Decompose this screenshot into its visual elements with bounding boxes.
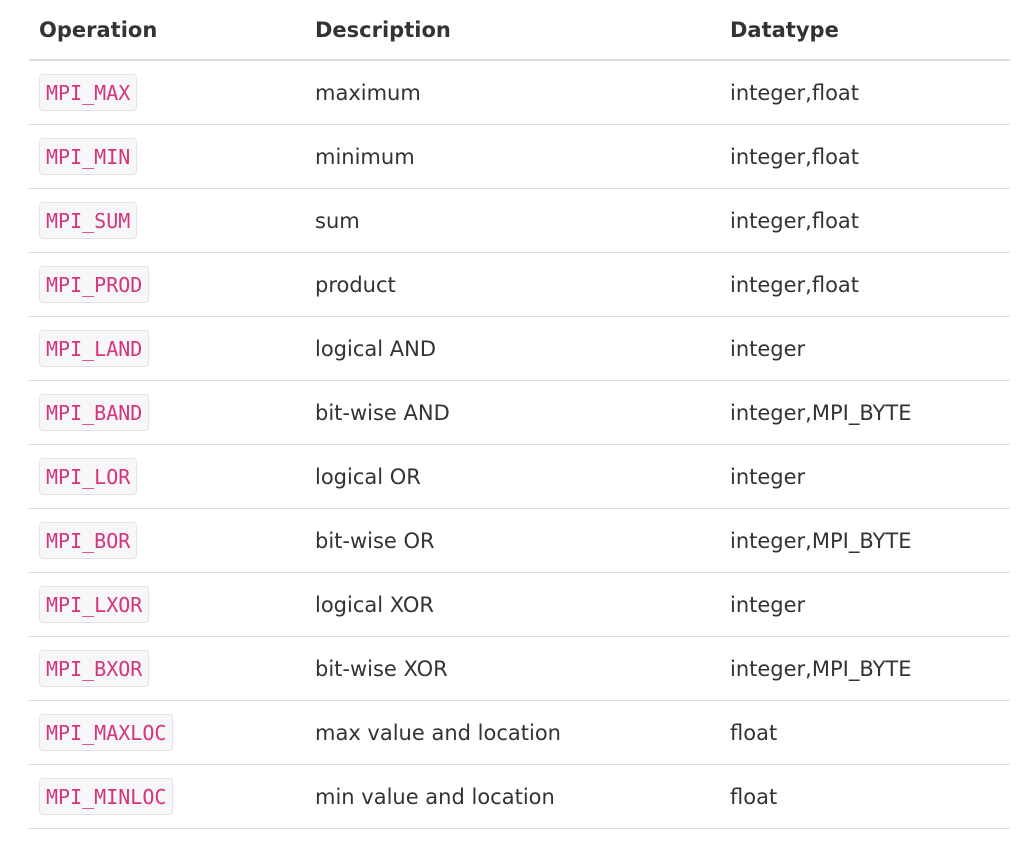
datatype-cell: integer — [720, 444, 1010, 509]
operation-code: MPI_MAXLOC — [39, 714, 174, 751]
description-cell: minimum — [304, 124, 720, 189]
table-row: MPI_MAX maximum integer,float — [29, 60, 1010, 125]
operation-cell: MPI_BXOR — [29, 636, 304, 701]
datatype-cell: float — [720, 764, 1010, 829]
operation-cell: MPI_SUM — [29, 188, 304, 253]
operation-code: MPI_LXOR — [39, 586, 150, 623]
datatype-cell: integer,MPI_BYTE — [720, 636, 1010, 701]
operation-cell: MPI_BOR — [29, 508, 304, 573]
table-body: MPI_MAX maximum integer,float MPI_MIN minim… — [29, 60, 1010, 829]
table-row: MPI_LAND logical AND integer — [29, 316, 1010, 381]
operation-cell: MPI_BAND — [29, 380, 304, 445]
operation-code: MPI_PROD — [39, 266, 150, 303]
description-cell: bit-wise AND — [304, 380, 720, 445]
operation-code: MPI_MAX — [39, 74, 138, 111]
operation-code: MPI_LOR — [39, 458, 138, 495]
mpi-operations-table: Operation Description Datatype MPI_MAXma… — [29, 0, 1010, 829]
datatype-cell: integer,float — [720, 188, 1010, 253]
table-header: Operation Description Datatype — [29, 0, 1010, 61]
table-row: MPI_LOR logical OR integer — [29, 444, 1010, 509]
datatype-cell: integer — [720, 572, 1010, 637]
operation-code: MPI_MINLOC — [39, 778, 174, 815]
table-row: MPI_SUM sum integer,float — [29, 188, 1010, 253]
description-cell: product — [304, 252, 720, 317]
table-row: MPI_BXOR bit-wise XOR integer,MPI_BYTE — [29, 636, 1010, 701]
operation-code: MPI_BAND — [39, 394, 150, 431]
table-row: MPI_MAXLOC max value and location float — [29, 700, 1010, 765]
operation-code: MPI_BOR — [39, 522, 138, 559]
operation-cell: MPI_MIN — [29, 124, 304, 189]
operation-cell: MPI_LXOR — [29, 572, 304, 637]
description-cell: min value and location — [304, 764, 720, 829]
table-row: MPI_BAND bit-wise AND integer,MPI_BYTE — [29, 380, 1010, 445]
operation-cell: MPI_MAXLOC — [29, 700, 304, 765]
operation-cell: MPI_PROD — [29, 252, 304, 317]
operation-code: MPI_LAND — [39, 330, 150, 367]
operation-code: MPI_MIN — [39, 138, 138, 175]
description-cell: max value and location — [304, 700, 720, 765]
header-row: Operation Description Datatype — [29, 0, 1010, 61]
datatype-cell: integer,float — [720, 60, 1010, 125]
table-row: MPI_LXOR logical XOR integer — [29, 572, 1010, 637]
description-cell: maximum — [304, 60, 720, 125]
datatype-cell: integer,MPI_BYTE — [720, 508, 1010, 573]
header-description: Description — [304, 0, 720, 61]
table-row: MPI_MINLOC min value and location float — [29, 764, 1010, 829]
datatype-cell: integer,MPI_BYTE — [720, 380, 1010, 445]
operation-cell: MPI_LAND — [29, 316, 304, 381]
datatype-cell: integer — [720, 316, 1010, 381]
description-cell: logical AND — [304, 316, 720, 381]
datatype-cell: integer,float — [720, 124, 1010, 189]
operation-code: MPI_SUM — [39, 202, 138, 239]
description-cell: logical OR — [304, 444, 720, 509]
datatype-cell: float — [720, 700, 1010, 765]
description-cell: logical XOR — [304, 572, 720, 637]
datatype-cell: integer,float — [720, 252, 1010, 317]
operation-cell: MPI_MAX — [29, 60, 304, 125]
operation-cell: MPI_MINLOC — [29, 764, 304, 829]
description-cell: bit-wise OR — [304, 508, 720, 573]
table-row: MPI_MIN minimum integer,float — [29, 124, 1010, 189]
operation-cell: MPI_LOR — [29, 444, 304, 509]
table-row: MPI_PROD product integer,float — [29, 252, 1010, 317]
operation-code: MPI_BXOR — [39, 650, 150, 687]
description-cell: sum — [304, 188, 720, 253]
description-cell: bit-wise XOR — [304, 636, 720, 701]
header-operation: Operation — [29, 0, 304, 61]
table-row: MPI_BOR bit-wise OR integer,MPI_BYTE — [29, 508, 1010, 573]
header-datatype: Datatype — [720, 0, 1010, 61]
